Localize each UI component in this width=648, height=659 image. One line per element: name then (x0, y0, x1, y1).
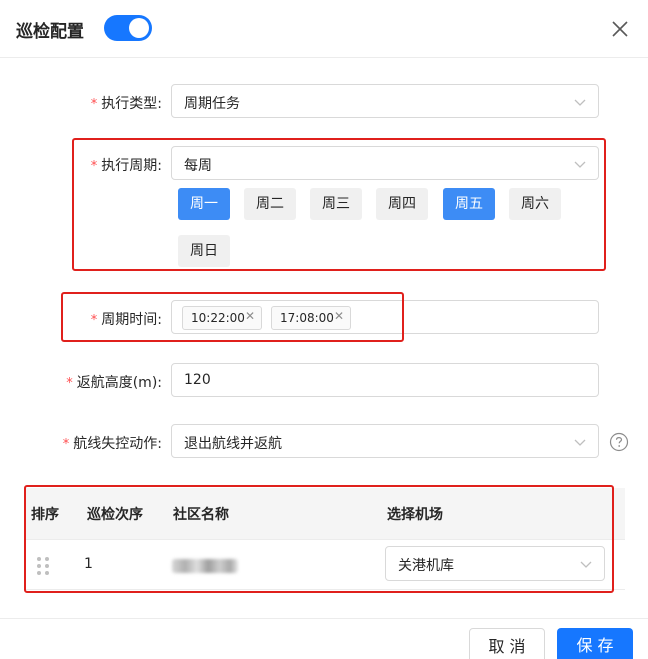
blurred-community-name (172, 559, 238, 573)
day-tue-button[interactable]: 周二 (244, 188, 296, 220)
modal-header: 巡检配置 (0, 0, 648, 58)
day-mon-button[interactable]: 周一 (178, 188, 230, 220)
day-sat-button[interactable]: 周六 (509, 188, 561, 220)
column-order: 巡检次序 (87, 507, 143, 523)
cycle-label: * 执行周期: (90, 158, 162, 174)
chevron-down-icon (574, 439, 586, 446)
close-icon[interactable] (608, 17, 632, 41)
lost-action-label: * 航线失控动作: (62, 436, 162, 452)
chevron-down-icon (580, 561, 592, 568)
height-label: * 返航高度(m): (66, 375, 162, 391)
toggle-knob (129, 18, 149, 38)
type-select[interactable]: 周期任务 (171, 84, 599, 118)
table-row: 1 关港机库 (24, 540, 625, 590)
height-input[interactable]: 120 (171, 363, 599, 397)
enable-toggle[interactable] (104, 15, 152, 41)
cycle-value: 每周 (184, 158, 212, 174)
time-label: * 周期时间: (90, 312, 162, 328)
time-tag: 17:08:00 ✕ (271, 306, 351, 330)
lost-action-select[interactable]: 退出航线并返航 (171, 424, 599, 458)
drag-handle-icon[interactable] (36, 556, 50, 576)
day-sun-button[interactable]: 周日 (178, 235, 230, 267)
type-value: 周期任务 (184, 96, 240, 112)
chevron-down-icon (574, 99, 586, 106)
airport-select[interactable]: 关港机库 (385, 546, 605, 581)
day-thu-button[interactable]: 周四 (376, 188, 428, 220)
remove-icon[interactable]: ✕ (245, 309, 255, 323)
remove-icon[interactable]: ✕ (334, 309, 344, 323)
day-wed-button[interactable]: 周三 (310, 188, 362, 220)
day-fri-button[interactable]: 周五 (443, 188, 495, 220)
modal-title: 巡检配置 (16, 22, 84, 42)
cancel-button[interactable]: 取 消 (469, 628, 545, 659)
column-sort: 排序 (31, 507, 59, 523)
question-circle-icon[interactable] (609, 432, 629, 452)
row-order: 1 (84, 556, 93, 572)
modal-footer (0, 618, 648, 659)
column-airport: 选择机场 (387, 507, 443, 523)
cycle-select[interactable]: 每周 (171, 146, 599, 180)
chevron-down-icon (574, 161, 586, 168)
height-value: 120 (184, 372, 211, 388)
time-tag: 10:22:00 ✕ (182, 306, 262, 330)
lost-action-value: 退出航线并返航 (184, 436, 282, 452)
airport-value: 关港机库 (398, 558, 454, 574)
type-label: * 执行类型: (90, 96, 162, 112)
save-button[interactable]: 保 存 (557, 628, 633, 659)
table-header: 排序 巡检次序 社区名称 选择机场 (24, 488, 625, 540)
time-picker[interactable]: 10:22:00 ✕ 17:08:00 ✕ (171, 300, 599, 334)
column-community: 社区名称 (173, 507, 229, 523)
